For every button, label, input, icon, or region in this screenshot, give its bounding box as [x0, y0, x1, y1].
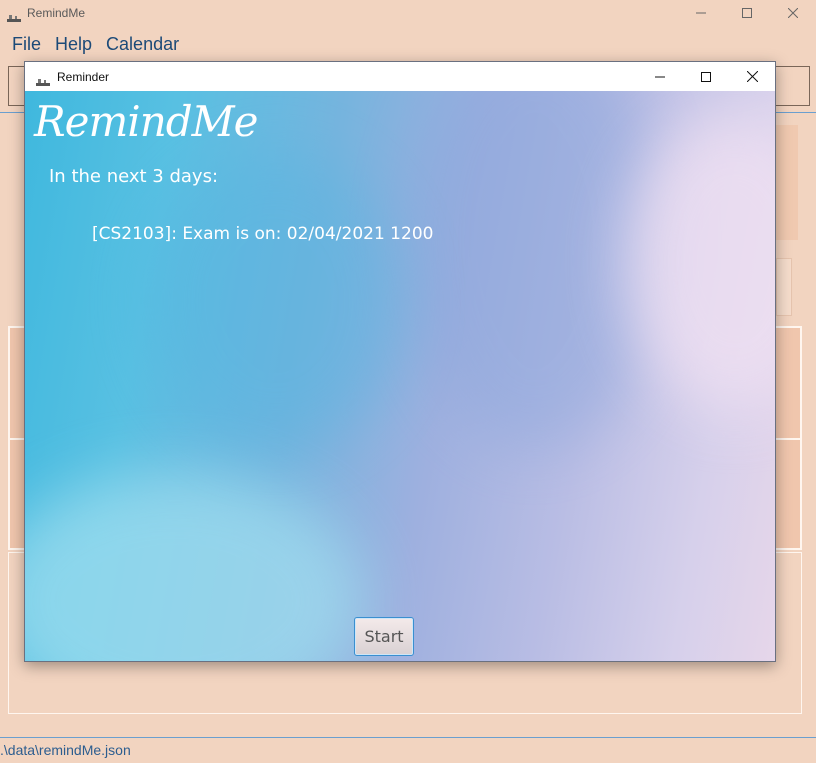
- minimize-icon: [655, 76, 665, 77]
- reminder-heading: In the next 3 days:: [49, 166, 219, 187]
- app-icon: [6, 8, 22, 22]
- dialog-window-controls: [637, 62, 775, 91]
- menu-calendar[interactable]: Calendar: [101, 34, 188, 55]
- search-bar: [776, 258, 792, 316]
- status-divider: [0, 737, 816, 738]
- status-file-path: .\data\remindMe.json: [0, 742, 131, 758]
- maximize-icon: [742, 8, 752, 18]
- close-icon: [746, 71, 758, 82]
- app-logo: RemindMe: [34, 97, 259, 146]
- window-controls: [678, 0, 816, 26]
- menu-bar: File Help Calendar: [0, 30, 188, 58]
- result-panel: [776, 125, 798, 240]
- dialog-titlebar: Reminder: [25, 62, 775, 91]
- close-icon: [788, 8, 798, 18]
- maximize-button[interactable]: [724, 0, 770, 26]
- window-title: RemindMe: [27, 6, 86, 20]
- minimize-icon: [696, 12, 706, 14]
- watercolor-wash: [145, 151, 405, 451]
- reminder-item: [CS2103]: Exam is on: 02/04/2021 1200: [92, 224, 434, 244]
- reminder-background: RemindMe In the next 3 days: [CS2103]: E…: [25, 91, 775, 661]
- watercolor-wash: [25, 471, 365, 661]
- main-titlebar: RemindMe: [0, 0, 816, 26]
- close-button[interactable]: [770, 0, 816, 26]
- menu-file[interactable]: File: [0, 34, 50, 55]
- dialog-close-button[interactable]: [729, 62, 775, 91]
- dialog-minimize-button[interactable]: [637, 62, 683, 91]
- menu-help[interactable]: Help: [50, 34, 101, 55]
- minimize-button[interactable]: [678, 0, 724, 26]
- dialog-maximize-button[interactable]: [683, 62, 729, 91]
- dialog-app-icon: [35, 72, 51, 86]
- dialog-title: Reminder: [57, 69, 110, 84]
- reminder-dialog: Reminder RemindMe In the next 3 days: [C…: [24, 61, 776, 662]
- maximize-icon: [701, 71, 711, 82]
- start-button[interactable]: Start: [354, 617, 414, 656]
